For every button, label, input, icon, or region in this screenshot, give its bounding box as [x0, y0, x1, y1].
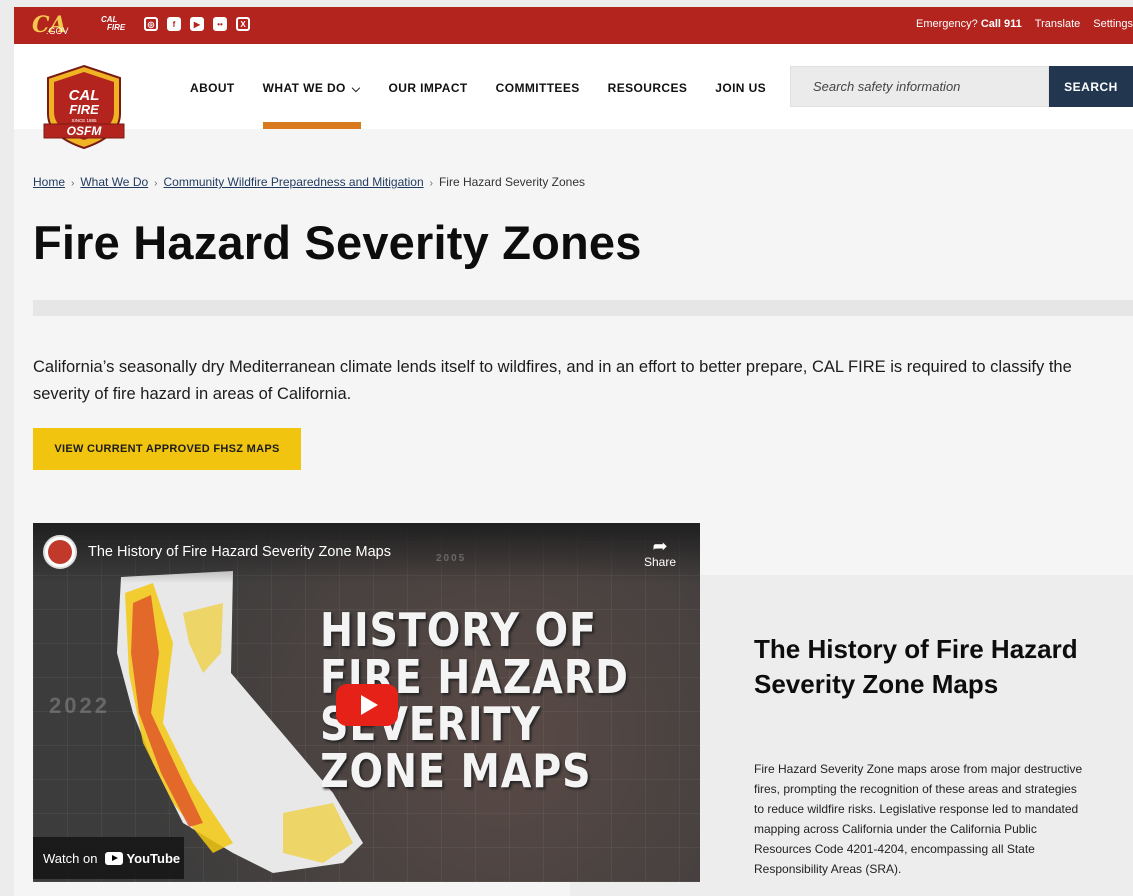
- emergency-prefix: Emergency?: [915, 18, 978, 30]
- watch-on-label: Watch on: [43, 850, 98, 866]
- breadcrumb-home[interactable]: Home: [33, 175, 65, 189]
- cagov-logo-sub: .GOV: [46, 26, 69, 36]
- settings-link[interactable]: Settings: [1093, 18, 1133, 30]
- breadcrumb-community-wildfire[interactable]: Community Wildfire Preparedness and Miti…: [164, 175, 424, 189]
- play-icon: [360, 695, 378, 715]
- youtube-icon: [105, 851, 124, 865]
- history-card-text: Fire Hazard Severity Zone maps arose fro…: [754, 762, 1083, 876]
- nav-resources[interactable]: RESOURCES: [608, 44, 688, 129]
- video-title[interactable]: The History of Fire Hazard Severity Zone…: [88, 544, 391, 560]
- youtube-icon[interactable]: ▶: [190, 17, 204, 31]
- breadcrumb-what-we-do[interactable]: What We Do: [80, 175, 148, 189]
- breadcrumb-current: Fire Hazard Severity Zones: [438, 175, 586, 189]
- nav-join-us-label: JOIN US: [715, 81, 767, 95]
- logo-since: SINCE 1885: [71, 118, 97, 123]
- watch-on-youtube-button[interactable]: Watch on YouTube: [33, 837, 184, 879]
- site-header: CAL FIRE SINCE 1885 OSFM ABOUT WHAT WE D…: [14, 44, 1133, 150]
- video-year-top: 2005: [436, 553, 467, 564]
- calfire-mini-fire: FIRE: [107, 23, 126, 32]
- utility-bar: CA .GOV CAL FIRE ◎ f ▶ •• X Emergency? C…: [14, 7, 1133, 44]
- video-overlay-line: ZONE MAPS: [320, 744, 592, 798]
- nav-about-label: ABOUT: [190, 81, 235, 95]
- channel-avatar-icon: [48, 540, 72, 564]
- nav-committees[interactable]: COMMITTEES: [496, 44, 580, 129]
- channel-avatar[interactable]: [43, 535, 77, 569]
- breadcrumb-separator: ›: [71, 178, 75, 189]
- breadcrumb-separator: ›: [429, 178, 433, 189]
- social-links: ◎ f ▶ •• X: [144, 17, 250, 31]
- search-button[interactable]: SEARCH: [1049, 66, 1133, 107]
- x-icon[interactable]: X: [236, 17, 250, 31]
- logo-fire: FIRE: [69, 102, 99, 117]
- emergency-text[interactable]: Emergency? Call 911: [916, 18, 1022, 30]
- play-button[interactable]: [336, 684, 398, 726]
- breadcrumb: Home › What We Do › Community Wildfire Prepa…: [33, 175, 585, 189]
- video-year-left: 2022: [49, 693, 110, 718]
- nav-committees-label: COMMITTEES: [495, 81, 580, 95]
- nav-what-we-do-label: WHAT WE DO: [262, 81, 346, 95]
- main-nav: ABOUT WHAT WE DO ⌵ OUR IMPACT COMMITTEES …: [190, 44, 794, 129]
- utility-links: Emergency? Call 911 Translate Settings: [916, 18, 1133, 30]
- nav-join-us[interactable]: JOIN US: [715, 44, 766, 129]
- title-divider: [33, 300, 1133, 316]
- nav-about[interactable]: ABOUT: [190, 44, 235, 129]
- emergency-call: Call 911: [980, 18, 1022, 30]
- translate-link[interactable]: Translate: [1035, 18, 1080, 30]
- nav-our-impact[interactable]: OUR IMPACT: [389, 44, 468, 129]
- history-card-heading: The History of Fire Hazard Severity Zone…: [754, 634, 1078, 699]
- breadcrumb-separator: ›: [154, 178, 158, 189]
- share-icon: ➦: [652, 536, 668, 556]
- youtube-label: YouTube: [126, 850, 181, 866]
- view-fhsz-maps-button[interactable]: VIEW CURRENT APPROVED FHSZ MAPS: [33, 428, 301, 470]
- page: CA .GOV CAL FIRE ◎ f ▶ •• X Emergency? C…: [14, 7, 1133, 896]
- youtube-logo: YouTube: [105, 851, 180, 866]
- video-overlay-line: HISTORY OF: [320, 603, 597, 657]
- instagram-icon[interactable]: ◎: [144, 17, 158, 31]
- calfire-osfm-logo[interactable]: CAL FIRE SINCE 1885 OSFM: [40, 64, 128, 150]
- calfire-mini-logo[interactable]: CAL FIRE: [101, 16, 125, 32]
- nav-our-impact-label: OUR IMPACT: [388, 81, 468, 95]
- page-title: Fire Hazard Severity Zones: [33, 216, 642, 269]
- share-label: Share: [643, 555, 676, 569]
- share-button[interactable]: ➦ Share: [644, 537, 676, 569]
- youtube-video-embed[interactable]: 2005 2022 The History of Fire Hazard Sev…: [33, 523, 700, 882]
- search-input[interactable]: Search safety information: [790, 66, 1049, 107]
- facebook-icon[interactable]: f: [167, 17, 181, 31]
- intro-paragraph: California’s seasonally dry Mediterranea…: [33, 358, 1072, 403]
- logo-osfm: OSFM: [67, 124, 103, 138]
- chevron-down-icon: ⌵: [351, 83, 361, 95]
- nav-what-we-do[interactable]: WHAT WE DO ⌵: [262, 44, 361, 129]
- flickr-icon[interactable]: ••: [213, 17, 227, 31]
- nav-resources-label: RESOURCES: [607, 81, 688, 95]
